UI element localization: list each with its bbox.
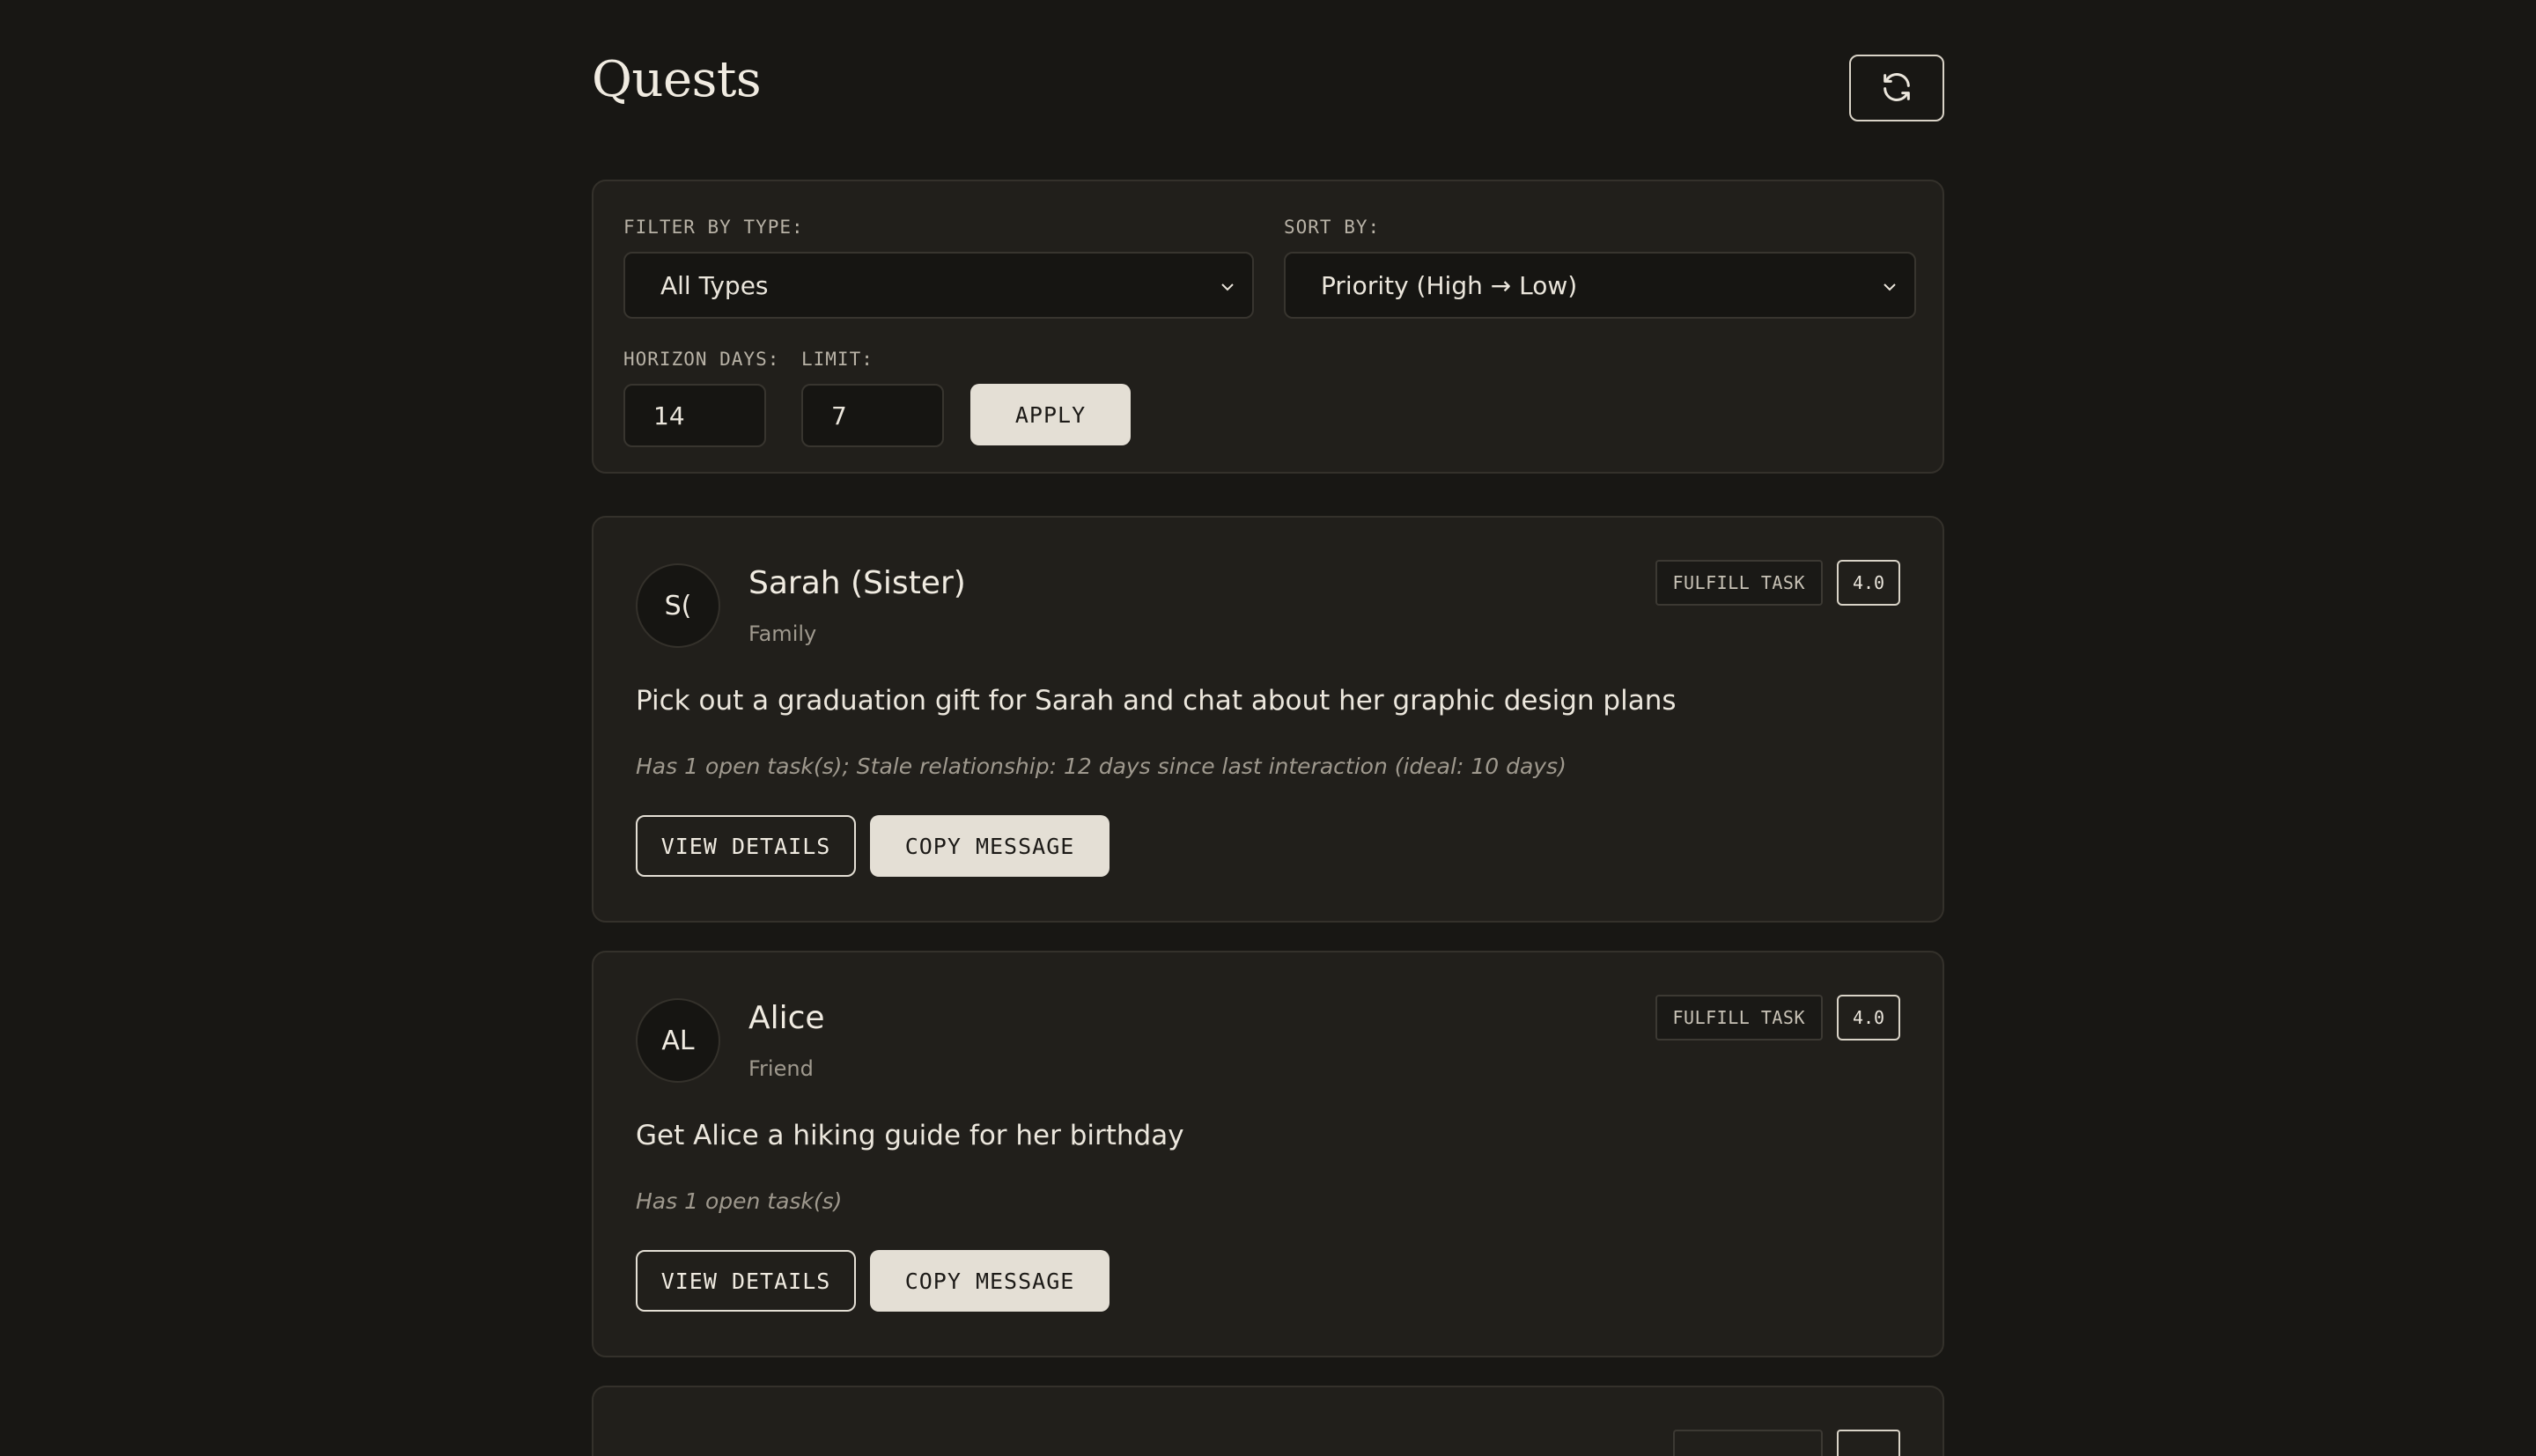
avatar: S( bbox=[636, 563, 720, 648]
person-name: Alice bbox=[748, 1000, 825, 1036]
filter-type-label: FILTER BY TYPE: bbox=[623, 217, 804, 238]
quest-card: S( Sarah (Sister) Family FULFILL TASK 4.… bbox=[592, 516, 1944, 923]
quest-reason: Has 1 open task(s); Stale relationship: … bbox=[636, 754, 1567, 779]
chevron-down-icon bbox=[1221, 283, 1234, 291]
quest-type-badge: FULFILL TASK bbox=[1655, 560, 1823, 606]
page-title: Quests bbox=[592, 51, 762, 108]
copy-message-button[interactable]: COPY MESSAGE bbox=[870, 815, 1110, 877]
quests-page: Quests FILTER BY TYPE: All Types SORT BY… bbox=[592, 0, 1944, 1456]
quest-card-partial bbox=[592, 1386, 1944, 1456]
filter-type-value: All Types bbox=[660, 270, 769, 300]
chevron-down-icon bbox=[1884, 283, 1896, 291]
quest-reason: Has 1 open task(s) bbox=[636, 1188, 843, 1214]
horizon-days-label: HORIZON DAYS: bbox=[623, 349, 780, 370]
page-header: Quests bbox=[592, 0, 1944, 180]
person-relationship: Friend bbox=[748, 1056, 814, 1081]
priority-score-badge: 4.0 bbox=[1837, 560, 1900, 606]
filter-type-select[interactable]: All Types bbox=[623, 252, 1254, 319]
copy-message-button[interactable]: COPY MESSAGE bbox=[870, 1250, 1110, 1312]
priority-score-badge-partial bbox=[1837, 1430, 1900, 1456]
priority-score-badge: 4.0 bbox=[1837, 995, 1900, 1041]
quest-type-badge: FULFILL TASK bbox=[1655, 995, 1823, 1041]
horizon-days-input[interactable] bbox=[623, 384, 766, 447]
quest-description: Get Alice a hiking guide for her birthda… bbox=[636, 1120, 1184, 1151]
person-relationship: Family bbox=[748, 621, 817, 646]
apply-button[interactable]: APPLY bbox=[970, 384, 1131, 445]
sort-value: Priority (High → Low) bbox=[1321, 270, 1578, 300]
avatar: AL bbox=[636, 998, 720, 1083]
sort-select[interactable]: Priority (High → Low) bbox=[1284, 252, 1916, 319]
quest-type-badge-partial bbox=[1673, 1430, 1823, 1456]
quest-description: Pick out a graduation gift for Sarah and… bbox=[636, 685, 1677, 717]
view-details-button[interactable]: VIEW DETAILS bbox=[636, 1250, 856, 1312]
limit-label: LIMIT: bbox=[801, 349, 874, 370]
limit-input[interactable] bbox=[801, 384, 944, 447]
person-name: Sarah (Sister) bbox=[748, 565, 966, 601]
filter-panel: FILTER BY TYPE: All Types SORT BY: Prior… bbox=[592, 180, 1944, 474]
view-details-button[interactable]: VIEW DETAILS bbox=[636, 815, 856, 877]
quest-card: AL Alice Friend FULFILL TASK 4.0 Get Ali… bbox=[592, 951, 1944, 1357]
sort-label: SORT BY: bbox=[1284, 217, 1381, 238]
refresh-button[interactable] bbox=[1849, 55, 1944, 121]
refresh-icon bbox=[1879, 70, 1914, 107]
